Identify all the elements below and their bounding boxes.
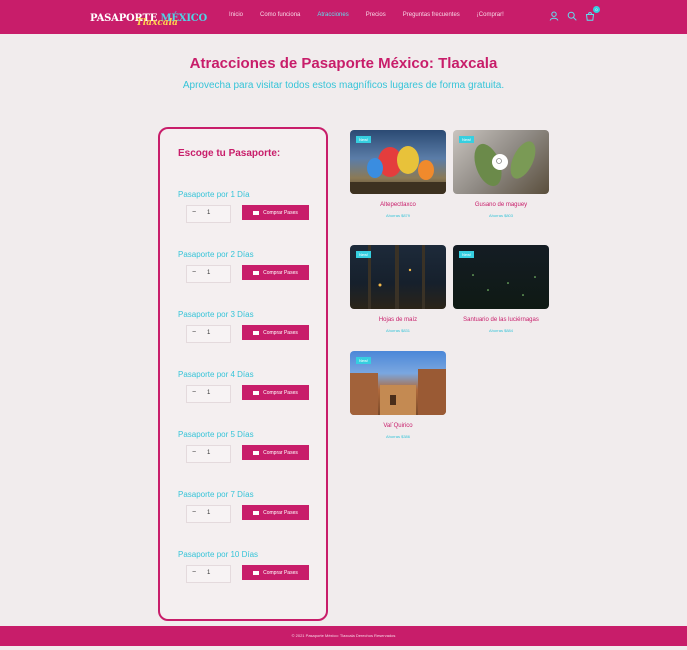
- new-badge: New!: [356, 357, 372, 364]
- pass-label: Pasaporte por 3 Días: [178, 310, 254, 319]
- attraction-card[interactable]: New! Gusano de maguey Ahorras $803: [453, 130, 549, 218]
- nav-precios[interactable]: Precios: [366, 12, 386, 18]
- attraction-price: Ahorras $803: [488, 213, 513, 218]
- main-nav: Inicio Como funciona Atracciones Precios…: [229, 12, 521, 18]
- minus-icon[interactable]: −: [192, 209, 196, 216]
- attraction-name[interactable]: Altepectlaxco: [350, 202, 446, 208]
- quantity-stepper[interactable]: −1: [186, 205, 231, 223]
- ticket-icon: [253, 390, 260, 395]
- attraction-name[interactable]: Santuario de las luciérnagas: [453, 317, 549, 323]
- buy-pass-button[interactable]: Comprar Pases: [242, 505, 309, 520]
- site-logo[interactable]: PASAPORTE MÉXICO Tlaxcala: [90, 8, 207, 28]
- site-footer: © 2021 Pasaporte México: Tlaxcala Derech…: [0, 626, 687, 646]
- panel-title: Escoge tu Pasaporte:: [178, 148, 281, 159]
- attraction-price: Ahorras $386: [385, 434, 410, 439]
- nav-preguntas[interactable]: Preguntas frecuentes: [403, 12, 460, 18]
- search-icon[interactable]: [567, 11, 577, 21]
- pass-label: Pasaporte por 1 Día: [178, 190, 250, 199]
- nav-como-funciona[interactable]: Como funciona: [260, 12, 300, 18]
- ticket-icon: [253, 270, 260, 275]
- ticket-icon: [253, 510, 260, 515]
- attraction-price: Ahorras $879: [385, 213, 410, 218]
- attraction-card[interactable]: New! Val´Quirico Ahorras $386: [350, 351, 446, 439]
- new-badge: New!: [356, 136, 372, 143]
- attraction-card[interactable]: New! Santuario de las luciérnagas Ahorra…: [453, 245, 549, 333]
- buy-pass-button[interactable]: Comprar Pases: [242, 385, 309, 400]
- attraction-card[interactable]: New! Altepectlaxco Ahorras $879: [350, 130, 446, 218]
- buy-pass-button[interactable]: Comprar Pases: [242, 445, 309, 460]
- new-badge: New!: [459, 136, 475, 143]
- attraction-price: Ahorras $884: [488, 328, 513, 333]
- quantity-stepper[interactable]: −1: [186, 445, 231, 463]
- pass-option: Pasaporte por 2 Días −1 Comprar Pases: [178, 250, 313, 283]
- pass-option: Pasaporte por 1 Día −1 Comprar Pases: [178, 190, 313, 223]
- ticket-icon: [253, 570, 260, 575]
- buy-pass-button[interactable]: Comprar Pases: [242, 565, 309, 580]
- quantity-stepper[interactable]: −1: [186, 385, 231, 403]
- pass-label: Pasaporte por 4 Días: [178, 370, 254, 379]
- pass-label: Pasaporte por 5 Días: [178, 430, 254, 439]
- buy-pass-button[interactable]: Comprar Pases: [242, 205, 309, 220]
- ticket-icon: [253, 330, 260, 335]
- minus-icon[interactable]: −: [192, 269, 196, 276]
- new-badge: New!: [356, 251, 372, 258]
- pass-option: Pasaporte por 5 Días −1 Comprar Pases: [178, 430, 313, 463]
- page-title: Atracciones de Pasaporte México: Tlaxcal…: [189, 55, 498, 72]
- attraction-name[interactable]: Hojas de maíz: [350, 317, 446, 323]
- new-badge: New!: [459, 251, 475, 258]
- attraction-image[interactable]: New!: [350, 351, 446, 415]
- quantity-stepper[interactable]: −1: [186, 505, 231, 523]
- ticket-icon: [253, 210, 260, 215]
- logo-subtitle: Tlaxcala: [136, 18, 178, 28]
- pass-label: Pasaporte por 10 Días: [178, 550, 259, 559]
- attraction-image[interactable]: New!: [453, 245, 549, 309]
- quantity-stepper[interactable]: −1: [186, 325, 231, 343]
- minus-icon[interactable]: −: [192, 509, 196, 516]
- buy-pass-button[interactable]: Comprar Pases: [242, 265, 309, 280]
- cart-icon[interactable]: [585, 11, 595, 21]
- quantity-stepper[interactable]: −1: [186, 265, 231, 283]
- nav-atracciones[interactable]: Atracciones: [317, 12, 348, 18]
- minus-icon[interactable]: −: [192, 389, 196, 396]
- pass-label: Pasaporte por 7 Días: [178, 490, 254, 499]
- buy-pass-button[interactable]: Comprar Pases: [242, 325, 309, 340]
- attraction-image[interactable]: New!: [453, 130, 549, 194]
- attraction-image[interactable]: New!: [350, 245, 446, 309]
- pass-option: Pasaporte por 7 Días −1 Comprar Pases: [178, 490, 313, 523]
- pass-option: Pasaporte por 3 Días −1 Comprar Pases: [178, 310, 313, 343]
- attraction-card[interactable]: New! Hojas de maíz Ahorras $831: [350, 245, 446, 333]
- page-subtitle: Aprovecha para visitar todos estos magní…: [182, 80, 505, 91]
- nav-inicio[interactable]: Inicio: [229, 12, 243, 18]
- pass-option: Pasaporte por 10 Días −1 Comprar Pases: [178, 550, 313, 583]
- site-header: PASAPORTE MÉXICO Tlaxcala Inicio Como fu…: [0, 0, 687, 34]
- quantity-stepper[interactable]: −1: [186, 565, 231, 583]
- cart-count-badge: 0: [593, 6, 600, 13]
- attraction-price: Ahorras $831: [385, 328, 410, 333]
- nav-comprar[interactable]: ¡Comprar!: [477, 12, 504, 18]
- passport-panel: Escoge tu Pasaporte: Pasaporte por 1 Día…: [158, 127, 328, 621]
- pass-label: Pasaporte por 2 Días: [178, 250, 254, 259]
- minus-icon[interactable]: −: [192, 329, 196, 336]
- attraction-name[interactable]: Gusano de maguey: [453, 202, 549, 208]
- ticket-icon: [253, 450, 260, 455]
- minus-icon[interactable]: −: [192, 569, 196, 576]
- user-icon[interactable]: [549, 11, 559, 21]
- minus-icon[interactable]: −: [192, 449, 196, 456]
- pass-option: Pasaporte por 4 Días −1 Comprar Pases: [178, 370, 313, 403]
- attraction-image[interactable]: New!: [350, 130, 446, 194]
- attraction-name[interactable]: Val´Quirico: [350, 423, 446, 429]
